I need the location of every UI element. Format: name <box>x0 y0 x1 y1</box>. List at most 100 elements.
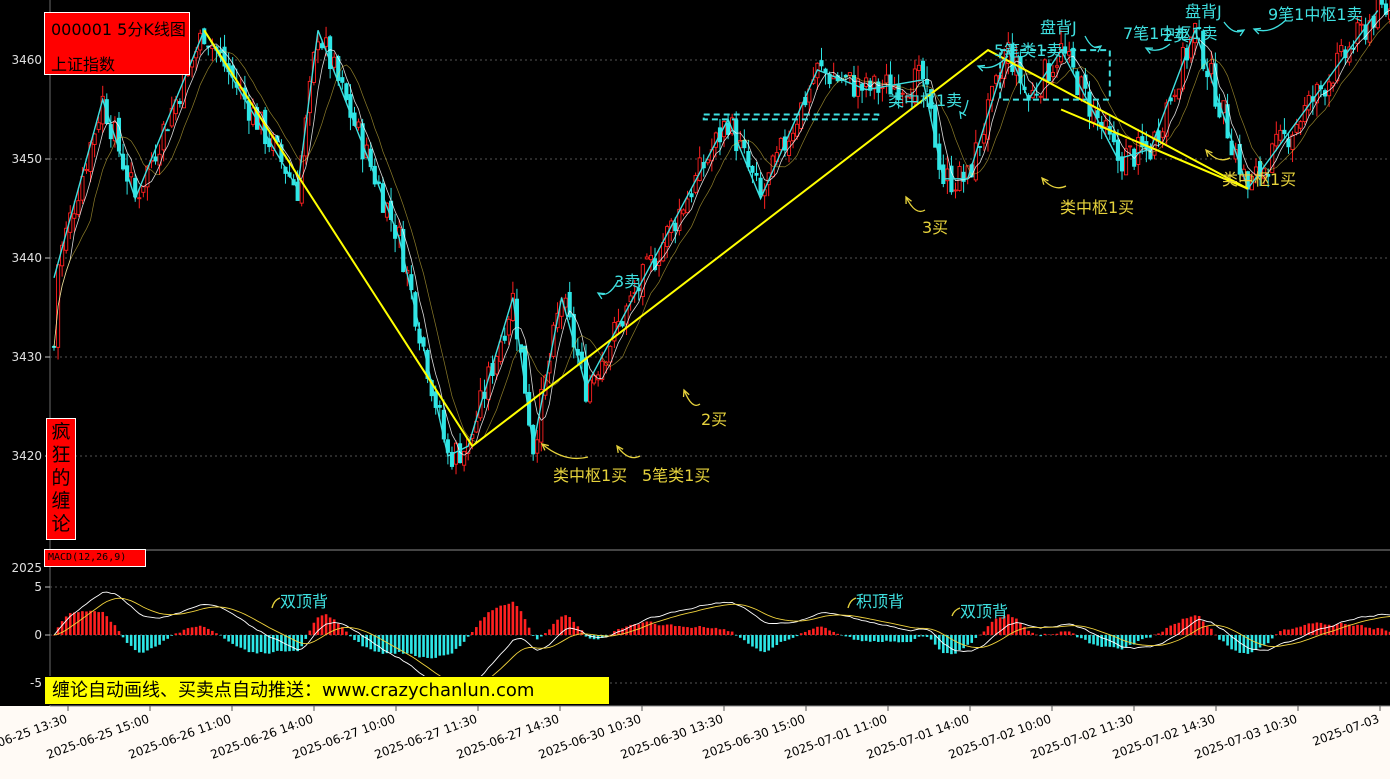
macd-bar <box>1076 635 1079 638</box>
macd-bar <box>1173 623 1177 635</box>
macd-bar <box>1226 635 1229 646</box>
candle-body <box>977 145 982 148</box>
macd-bar <box>251 635 255 653</box>
macd-bar <box>730 631 734 635</box>
macd-bar <box>1291 628 1294 635</box>
candle-body <box>535 439 540 454</box>
macd-bar <box>117 631 121 635</box>
candle-body <box>742 139 747 149</box>
macd-bar <box>190 627 194 635</box>
macd-bar <box>1047 634 1051 635</box>
candle-body <box>1111 133 1116 143</box>
macd-bar <box>527 627 531 635</box>
candle-body <box>453 442 459 465</box>
macd-bar <box>365 635 368 648</box>
kline-chart-root: 3420 3430 3440 3450 3460 -5 0 5 2025 2025-06-25 1… <box>0 0 1390 775</box>
macd-bar <box>304 635 308 639</box>
macd-bar <box>917 635 921 637</box>
macd-bar <box>531 635 535 636</box>
chart-title: 000001 5分K线图 <box>51 20 186 39</box>
macd-bar <box>1063 631 1067 635</box>
macd-bar <box>523 619 527 635</box>
candle-body <box>1278 129 1283 141</box>
macd-bar <box>170 635 174 636</box>
macd-bar <box>113 625 117 635</box>
macd-bar <box>682 626 685 635</box>
signal-label: 类中枢1买 <box>553 466 627 485</box>
y-tick-label: 3450 <box>11 152 42 166</box>
candle-body <box>498 341 503 362</box>
macd-bar <box>1084 635 1087 640</box>
macd-bar <box>852 635 856 640</box>
y-tick-label: 3440 <box>11 251 42 265</box>
macd-bar <box>1262 635 1266 645</box>
macd-bar <box>1145 635 1148 638</box>
macd-bar <box>848 635 852 637</box>
macd-bar <box>332 619 336 635</box>
macd-bar <box>751 635 754 647</box>
candle-body <box>1103 120 1108 128</box>
candle-body <box>1160 131 1165 138</box>
macd-bar <box>491 610 494 635</box>
macd-bar <box>1218 635 1221 640</box>
macd-bar <box>207 628 210 635</box>
macd-bar <box>300 635 304 647</box>
candle-body <box>981 134 986 144</box>
macd-bar <box>1352 625 1355 635</box>
macd-bar <box>142 635 145 653</box>
candle-body <box>1294 124 1299 133</box>
watermark-char: 的 <box>51 467 71 489</box>
macd-bar <box>1364 627 1367 635</box>
macd-bar <box>121 635 125 638</box>
signal-label: 盘背J <box>1040 18 1077 37</box>
macd-bar <box>357 635 360 642</box>
macd-signal-label: 积顶背 <box>856 592 904 611</box>
macd-bar <box>564 615 567 635</box>
macd-bar <box>816 626 819 635</box>
macd-bar <box>349 635 352 637</box>
candle-body <box>1282 129 1287 135</box>
macd-bar <box>678 625 681 635</box>
macd-bar <box>864 635 868 641</box>
candle-body <box>502 335 507 341</box>
macd-bar <box>515 606 519 635</box>
macd-bar <box>430 635 433 659</box>
macd-bar <box>718 629 722 635</box>
candle-body <box>1290 134 1295 150</box>
macd-bar <box>1136 635 1140 641</box>
macd-bar <box>503 605 507 635</box>
macd-title: MACD(12,26,9) <box>44 549 146 567</box>
macd-bar <box>1315 622 1319 635</box>
macd-bar <box>1303 624 1307 635</box>
macd-bar <box>747 635 750 644</box>
macd-bar <box>89 610 92 635</box>
candle-body <box>726 122 731 135</box>
candle-body <box>324 37 329 47</box>
signal-label: 5笔类1卖 <box>994 41 1062 60</box>
macd-bar <box>1234 635 1237 651</box>
macd-bar <box>767 635 770 651</box>
kline-chart-svg: 34203430344034503460-50520252025-06-25 1… <box>0 0 1390 775</box>
macd-bar <box>308 630 312 635</box>
macd-bar <box>799 633 803 635</box>
macd-bar <box>186 628 190 635</box>
candle-body <box>340 77 345 83</box>
macd-bar <box>511 601 515 635</box>
chart-title-box: 000001 5分K线图 上证指数 <box>44 12 190 75</box>
macd-bar <box>775 635 779 646</box>
signal-label: 9笔1中枢1卖 <box>1268 5 1363 24</box>
macd-bar <box>1015 618 1018 635</box>
macd-bar <box>410 635 413 654</box>
candle-body <box>1180 47 1185 90</box>
macd-bar <box>178 632 182 635</box>
macd-bar <box>1104 635 1108 647</box>
macd-bar <box>974 635 978 638</box>
macd-bar <box>101 611 105 635</box>
macd-bar <box>446 635 450 655</box>
macd-bar <box>227 635 230 642</box>
macd-bar <box>125 635 129 643</box>
candle-body <box>592 375 597 384</box>
candle-body <box>1034 93 1039 96</box>
macd-bar <box>694 627 697 635</box>
macd-bar <box>1311 623 1315 635</box>
